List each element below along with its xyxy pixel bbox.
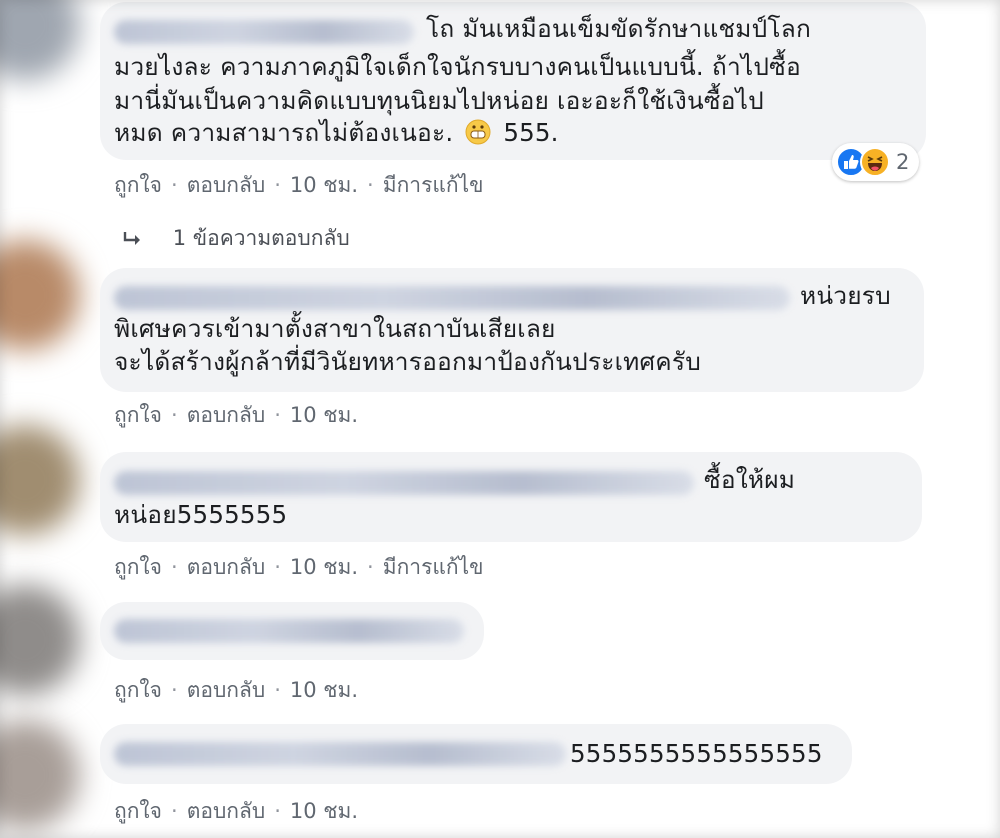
- separator: ·: [367, 555, 374, 579]
- avatar[interactable]: [0, 720, 80, 830]
- haha-reaction-icon: [860, 147, 890, 177]
- comment-actions: ถูกใจ · ตอบกลับ · 10 ชม.: [114, 674, 358, 707]
- avatar[interactable]: [0, 0, 80, 80]
- separator: ·: [171, 678, 178, 702]
- like-link[interactable]: ถูกใจ: [114, 169, 162, 202]
- like-link[interactable]: ถูกใจ: [114, 674, 162, 707]
- avatar[interactable]: [0, 425, 80, 535]
- reply-link[interactable]: ตอบกลับ: [187, 795, 266, 828]
- view-replies-link[interactable]: 1 ข้อความตอบกลับ: [122, 222, 350, 255]
- reply-link[interactable]: ตอบกลับ: [187, 674, 266, 707]
- reply-link[interactable]: ตอบกลับ: [187, 399, 266, 432]
- separator: ·: [171, 173, 178, 197]
- separator: ·: [274, 403, 281, 427]
- commenter-name[interactable]: [114, 471, 694, 495]
- separator: ·: [171, 403, 178, 427]
- separator: ·: [274, 555, 281, 579]
- view-replies-label: 1 ข้อความตอบกลับ: [172, 226, 350, 250]
- comment-text-line: ซื้อให้ผม: [704, 465, 796, 494]
- comment-text-line: มวยไงละ ความภาคภูมิใจเด็กใจนักรบบางคนเป็…: [114, 52, 801, 81]
- separator: ·: [274, 799, 281, 823]
- comment-text: 555.: [503, 118, 559, 147]
- comment-text-line: หน่วยรบ: [800, 281, 891, 310]
- comment-text-line: หมด ความสามารถไม่ต้องเนอะ. 555.: [114, 116, 559, 150]
- reaction-summary[interactable]: 2: [832, 143, 920, 181]
- separator: ·: [171, 799, 178, 823]
- reaction-count: 2: [896, 150, 910, 174]
- separator: ·: [171, 555, 178, 579]
- comment-text-line: 5555555555555555: [570, 739, 823, 768]
- comment-text-line: โถ มันเหมือนเข็มขัดรักษาแชมป์โลก: [426, 14, 811, 43]
- reply-link[interactable]: ตอบกลับ: [187, 551, 266, 584]
- reply-arrow-icon: [123, 232, 140, 245]
- edited-label[interactable]: มีการแก้ไข: [383, 169, 484, 202]
- comment-actions: ถูกใจ · ตอบกลับ · 10 ชม.: [114, 795, 358, 828]
- comment-text: หมด ความสามารถไม่ต้องเนอะ.: [114, 118, 454, 147]
- reply-link[interactable]: ตอบกลับ: [187, 169, 266, 202]
- commenter-name[interactable]: [114, 286, 790, 310]
- commenter-name[interactable]: [114, 20, 414, 44]
- like-link[interactable]: ถูกใจ: [114, 551, 162, 584]
- avatar[interactable]: [0, 585, 80, 695]
- timestamp[interactable]: 10 ชม.: [290, 399, 358, 432]
- comment-text-line: พิเศษควรเข้ามาตั้งสาขาในสถาบันเสียเลย: [114, 314, 556, 343]
- separator: ·: [274, 678, 281, 702]
- like-link[interactable]: ถูกใจ: [114, 795, 162, 828]
- comment-actions: ถูกใจ · ตอบกลับ · 10 ชม. · มีการแก้ไข: [114, 169, 484, 202]
- comment-text-line: หน่อย5555555: [114, 500, 288, 529]
- edited-label[interactable]: มีการแก้ไข: [383, 551, 484, 584]
- comment-text-line: มานี่มันเป็นความคิดแบบทุนนิยมไปหน่อย เอะ…: [114, 86, 764, 115]
- grinning-emoji-icon: [465, 119, 491, 145]
- separator: ·: [367, 173, 374, 197]
- timestamp[interactable]: 10 ชม.: [290, 169, 358, 202]
- comment-actions: ถูกใจ · ตอบกลับ · 10 ชม.: [114, 399, 358, 432]
- separator: ·: [274, 173, 281, 197]
- timestamp[interactable]: 10 ชม.: [290, 674, 358, 707]
- like-link[interactable]: ถูกใจ: [114, 399, 162, 432]
- avatar[interactable]: [0, 240, 80, 350]
- comment-text-line: จะได้สร้างผู้กล้าที่มีวินัยทหารออกมาป้อง…: [114, 347, 701, 376]
- timestamp[interactable]: 10 ชม.: [290, 795, 358, 828]
- comment-actions: ถูกใจ · ตอบกลับ · 10 ชม. · มีการแก้ไข: [114, 551, 484, 584]
- commenter-name[interactable]: [114, 619, 464, 643]
- timestamp[interactable]: 10 ชม.: [290, 551, 358, 584]
- commenter-name[interactable]: [114, 742, 566, 766]
